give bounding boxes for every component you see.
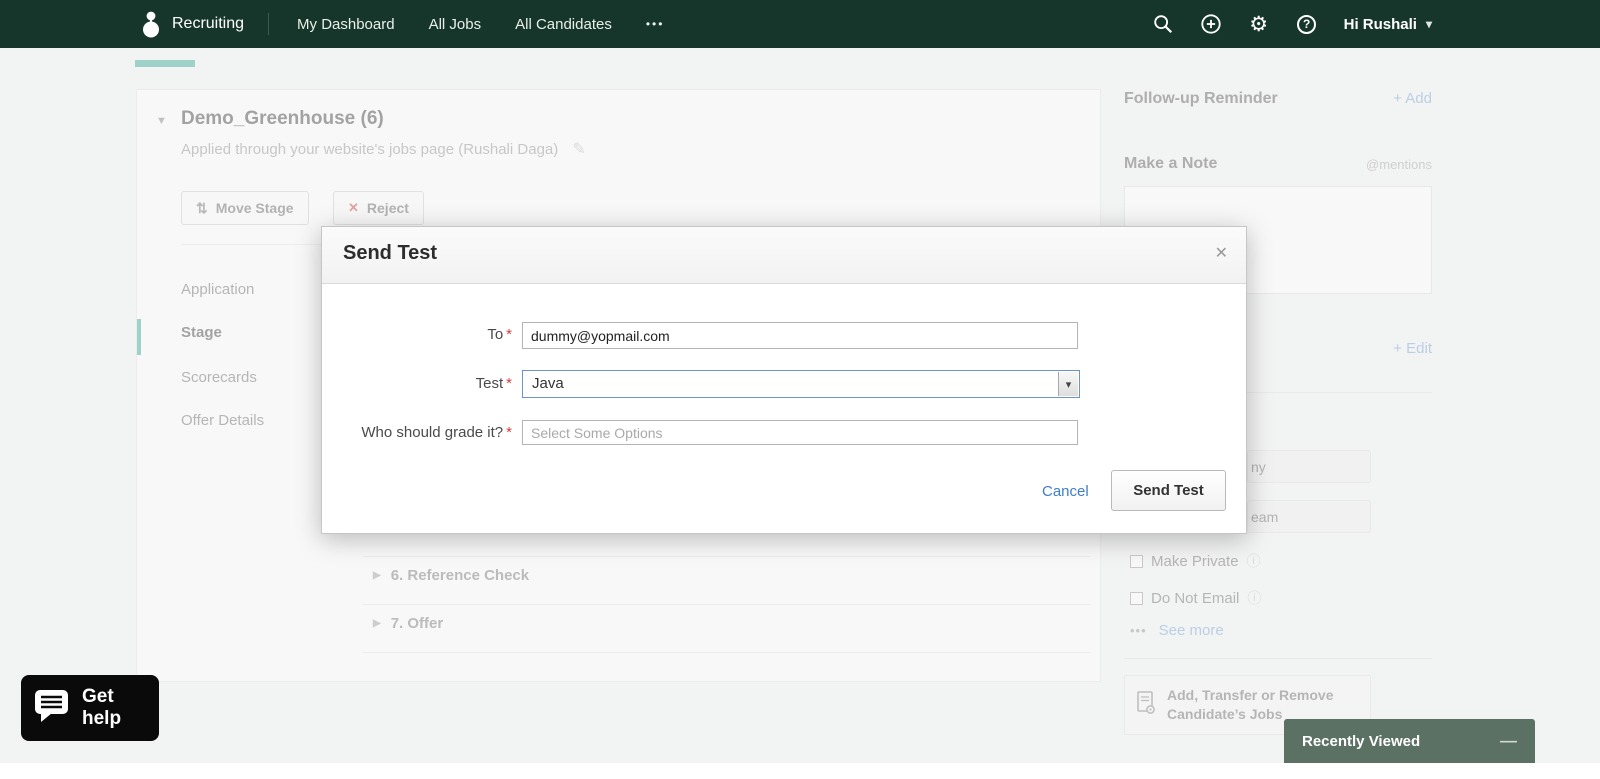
nav-overflow-menu[interactable]: •••	[646, 17, 665, 31]
recently-viewed-bar[interactable]: Recently Viewed —	[1284, 719, 1535, 763]
dropdown-arrow-icon[interactable]: ▾	[1058, 372, 1078, 396]
cancel-link[interactable]: Cancel	[1042, 483, 1089, 500]
to-label: To *	[487, 326, 512, 343]
grader-select-input[interactable]	[522, 420, 1078, 445]
greenhouse-logo	[140, 11, 162, 38]
nav-item-my-dashboard[interactable]: My Dashboard	[297, 16, 395, 33]
modal-title: Send Test	[343, 242, 438, 264]
test-select-value: Java	[532, 375, 564, 392]
chevron-down-icon: ▾	[1425, 17, 1432, 31]
recently-viewed-label: Recently Viewed	[1302, 732, 1421, 750]
send-test-modal: Send Test ✕ To* Test* Java ▾ Who should …	[321, 226, 1247, 534]
get-help-label: Get help	[82, 686, 122, 729]
app-window: Recruiting My Dashboard All Jobs All Can…	[0, 0, 1600, 779]
nav-right-cluster: ⚙ ? Hi Rushali ▾	[1152, 13, 1432, 35]
chat-bubble-icon	[33, 687, 73, 730]
test-select-dropdown[interactable]: Java ▾	[522, 370, 1080, 398]
bottom-strip	[0, 763, 1600, 779]
test-label: Test *	[475, 375, 512, 392]
modal-header	[322, 227, 1246, 284]
required-asterisk: *	[506, 424, 512, 441]
search-icon[interactable]	[1152, 13, 1174, 35]
get-help-button[interactable]: Get help	[21, 675, 159, 741]
send-test-button[interactable]: Send Test	[1111, 470, 1226, 511]
settings-gear-icon[interactable]: ⚙	[1248, 13, 1270, 35]
add-circle-icon[interactable]	[1200, 13, 1222, 35]
grader-label: Who should grade it? *	[361, 424, 512, 441]
nav-item-all-jobs[interactable]: All Jobs	[429, 16, 482, 33]
user-menu[interactable]: Hi Rushali ▾	[1344, 16, 1432, 33]
nav-item-all-candidates[interactable]: All Candidates	[515, 16, 612, 33]
close-icon[interactable]: ✕	[1215, 243, 1228, 263]
minimize-icon[interactable]: —	[1500, 731, 1517, 751]
help-icon[interactable]: ?	[1296, 13, 1318, 35]
top-nav: Recruiting My Dashboard All Jobs All Can…	[0, 0, 1600, 48]
to-input[interactable]	[522, 322, 1078, 349]
required-asterisk: *	[506, 375, 512, 392]
user-greeting: Hi Rushali	[1343, 15, 1417, 33]
app-title[interactable]: Recruiting	[172, 15, 244, 33]
nav-divider	[268, 13, 270, 35]
required-asterisk: *	[506, 326, 512, 343]
